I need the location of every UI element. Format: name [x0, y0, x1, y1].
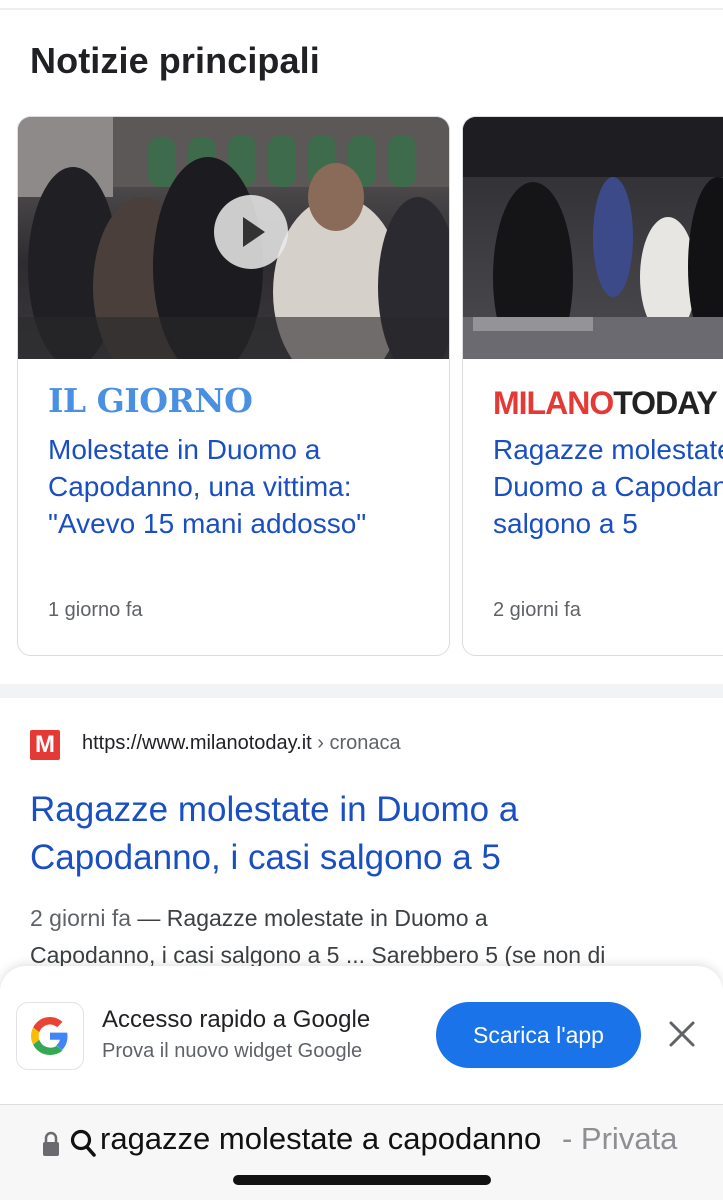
result-breadcrumb: › cronaca — [311, 732, 401, 754]
play-icon[interactable] — [214, 195, 288, 269]
address-bar[interactable]: ragazze molestate a capodanno - Privata — [0, 1104, 723, 1200]
promo-subtitle: Prova il nuovo widget Google — [102, 1040, 363, 1062]
source-logo-milanotoday: MILANOTODAY — [493, 385, 718, 422]
result-url[interactable]: https://www.milanotoday.it › cronaca — [82, 732, 401, 755]
search-icon — [70, 1129, 96, 1157]
private-mode-label: - Privata — [562, 1121, 678, 1156]
top-divider — [0, 8, 723, 10]
close-icon[interactable] — [666, 1018, 698, 1050]
result-url-domain: https://www.milanotoday.it — [82, 732, 312, 754]
download-app-button[interactable]: Scarica l'app — [436, 1002, 641, 1068]
snippet-text: — Ragazze molestate in Duomo a — [131, 905, 488, 931]
card-headline[interactable]: Ragazze molestate in Duomo a Capodanno, … — [493, 431, 723, 542]
app-promo-sheet: Accesso rapido a Google Prova il nuovo w… — [0, 966, 723, 1106]
card-time: 2 giorni fa — [493, 599, 581, 621]
result-title-link[interactable]: Ragazze molestate in Duomo a Capodanno, … — [30, 786, 700, 882]
thumbnail-scene — [463, 117, 723, 359]
card-headline-line: Duomo a Capodanno, i casi — [493, 471, 723, 502]
news-thumbnail[interactable] — [463, 117, 723, 359]
promo-title: Accesso rapido a Google — [102, 1006, 371, 1033]
news-thumbnail[interactable] — [18, 117, 449, 359]
lock-icon — [43, 1131, 59, 1156]
section-divider — [0, 684, 723, 698]
news-card-milanotoday[interactable]: MILANOTODAY Ragazze molestate in Duomo a… — [462, 116, 723, 656]
card-headline-line: salgono a 5 — [493, 508, 638, 539]
logo-part-today: TODAY — [613, 385, 717, 421]
address-query[interactable]: ragazze molestate a capodanno — [100, 1121, 556, 1157]
source-logo-ilgiorno: IL GIORNO — [48, 381, 253, 420]
site-favicon[interactable]: M — [30, 730, 60, 760]
news-card-ilgiorno[interactable]: IL GIORNO Molestate in Duomo a Capodanno… — [17, 116, 450, 656]
logo-part-milano: MILANO — [493, 385, 614, 421]
card-headline-line: Ragazze molestate in — [493, 434, 723, 465]
section-title: Notizie principali — [30, 40, 320, 81]
card-headline[interactable]: Molestate in Duomo a Capodanno, una vitt… — [48, 431, 428, 542]
result-snippet: 2 giorni fa — Ragazze molestate in Duomo… — [30, 900, 710, 974]
home-indicator[interactable] — [233, 1175, 491, 1185]
card-time: 1 giorno fa — [48, 599, 143, 621]
google-g-icon — [16, 1002, 84, 1070]
snippet-date: 2 giorni fa — [30, 905, 132, 931]
